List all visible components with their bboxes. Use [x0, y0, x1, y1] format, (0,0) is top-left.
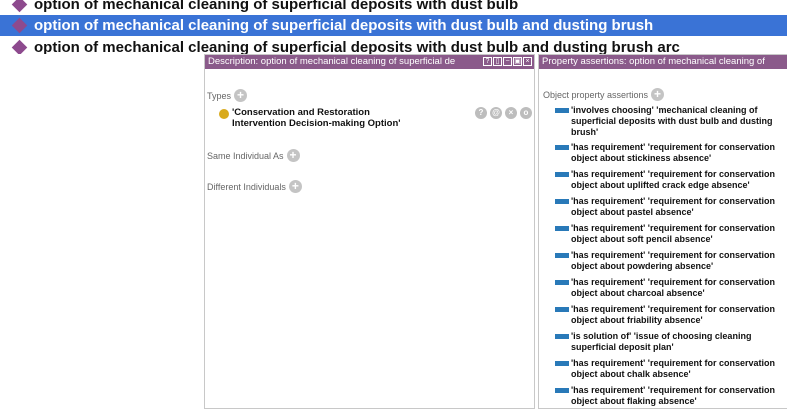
assertion-text: 'has requirement' 'requirement for conse… — [571, 385, 775, 406]
object-property-icon — [555, 334, 569, 339]
type-entry-controls: ? @ × o — [475, 107, 532, 119]
property-assertion-row[interactable]: 'has requirement' 'requirement for conse… — [555, 169, 787, 191]
description-panel: Description: option of mechanical cleani… — [204, 54, 535, 409]
assertion-text: 'involves choosing' 'mechanical cleaning… — [571, 105, 773, 137]
assertion-text: 'has requirement' 'requirement for conse… — [571, 169, 775, 190]
assertion-text: 'has requirement' 'requirement for conse… — [571, 250, 775, 271]
property-assertion-row[interactable]: 'has requirement' 'requirement for conse… — [555, 385, 787, 407]
individual-label: option of mechanical cleaning of superfi… — [34, 0, 519, 13]
property-assertion-row[interactable]: 'has requirement' 'requirement for conse… — [555, 142, 787, 164]
individual-icon — [11, 0, 28, 13]
property-assertion-row[interactable]: 'involves choosing' 'mechanical cleaning… — [555, 105, 787, 138]
assertion-text: 'is solution of' 'issue of choosing clea… — [571, 331, 752, 352]
annotate-icon[interactable]: @ — [490, 107, 502, 119]
object-property-icon — [555, 108, 569, 113]
individual-row[interactable]: option of mechanical cleaning of superfi… — [0, 0, 787, 15]
individual-icon — [11, 17, 28, 34]
object-property-label: Object property assertions — [543, 89, 649, 100]
property-assertion-row[interactable]: 'has requirement' 'requirement for conse… — [555, 304, 787, 326]
description-panel-title: Description: option of mechanical cleani… — [208, 56, 456, 67]
object-property-section-label: Object property assertions + — [543, 88, 665, 101]
same-individual-section-label: Same Individual As + — [207, 149, 300, 162]
help-icon[interactable]: ? — [483, 57, 492, 66]
individual-label: option of mechanical cleaning of superfi… — [34, 17, 654, 34]
object-property-icon — [555, 199, 569, 204]
type-value: 'Conservation and Restoration Interventi… — [232, 107, 401, 129]
assertion-text: 'has requirement' 'requirement for conse… — [571, 142, 775, 163]
property-assertion-row[interactable]: 'has requirement' 'requirement for conse… — [555, 358, 787, 380]
class-icon — [219, 109, 229, 119]
object-property-icon — [555, 145, 569, 150]
object-property-icon — [555, 280, 569, 285]
individual-row-selected[interactable]: option of mechanical cleaning of superfi… — [0, 15, 787, 36]
assertion-text: 'has requirement' 'requirement for conse… — [571, 196, 775, 217]
add-different-individual-button[interactable]: + — [288, 180, 302, 193]
object-property-icon — [555, 172, 569, 177]
individual-label: option of mechanical cleaning of superfi… — [34, 39, 680, 54]
individual-icon — [11, 39, 28, 54]
delete-icon[interactable]: × — [505, 107, 517, 119]
different-individuals-section-label: Different Individuals + — [207, 180, 302, 193]
object-property-icon — [555, 307, 569, 312]
property-assertion-row[interactable]: 'has requirement' 'requirement for conse… — [555, 250, 787, 272]
individuals-list[interactable]: option of mechanical cleaning of superfi… — [0, 0, 787, 54]
assertion-text: 'has requirement' 'requirement for conse… — [571, 223, 775, 244]
pin-icon[interactable]: ▯ — [493, 57, 502, 66]
object-property-icon — [555, 388, 569, 393]
property-panel-title: Property assertions: option of mechanica… — [542, 56, 765, 67]
description-panel-header: Description: option of mechanical cleani… — [205, 55, 534, 69]
assertion-text: 'has requirement' 'requirement for conse… — [571, 304, 775, 325]
object-property-icon — [555, 361, 569, 366]
close-icon[interactable]: × — [523, 57, 532, 66]
property-assertions-panel: Property assertions: option of mechanica… — [538, 54, 787, 409]
assertion-text: 'has requirement' 'requirement for conse… — [571, 358, 775, 379]
minimize-icon[interactable]: − — [503, 57, 512, 66]
property-assertion-row[interactable]: 'has requirement' 'requirement for conse… — [555, 196, 787, 218]
types-label: Types — [207, 90, 232, 101]
explain-icon[interactable]: ? — [475, 107, 487, 119]
types-section-label: Types + — [207, 89, 248, 102]
object-property-icon — [555, 226, 569, 231]
assertion-text: 'has requirement' 'requirement for conse… — [571, 277, 775, 298]
panel-header-buttons: ? ▯ − ▣ × — [481, 57, 532, 66]
add-object-property-button[interactable]: + — [651, 88, 665, 101]
same-individual-label: Same Individual As — [207, 150, 284, 161]
property-assertion-row[interactable]: 'is solution of' 'issue of choosing clea… — [555, 331, 787, 353]
add-type-button[interactable]: + — [234, 89, 248, 102]
property-assertion-row[interactable]: 'has requirement' 'requirement for conse… — [555, 277, 787, 299]
type-entry[interactable]: 'Conservation and Restoration Interventi… — [219, 107, 532, 129]
object-property-icon — [555, 253, 569, 258]
individual-row[interactable]: option of mechanical cleaning of superfi… — [0, 37, 787, 54]
add-same-individual-button[interactable]: + — [286, 149, 300, 162]
property-panel-header: Property assertions: option of mechanica… — [539, 55, 787, 69]
different-individuals-label: Different Individuals — [207, 181, 286, 192]
maximize-icon[interactable]: ▣ — [513, 57, 522, 66]
edit-icon[interactable]: o — [520, 107, 532, 119]
property-assertion-row[interactable]: 'has requirement' 'requirement for conse… — [555, 223, 787, 245]
